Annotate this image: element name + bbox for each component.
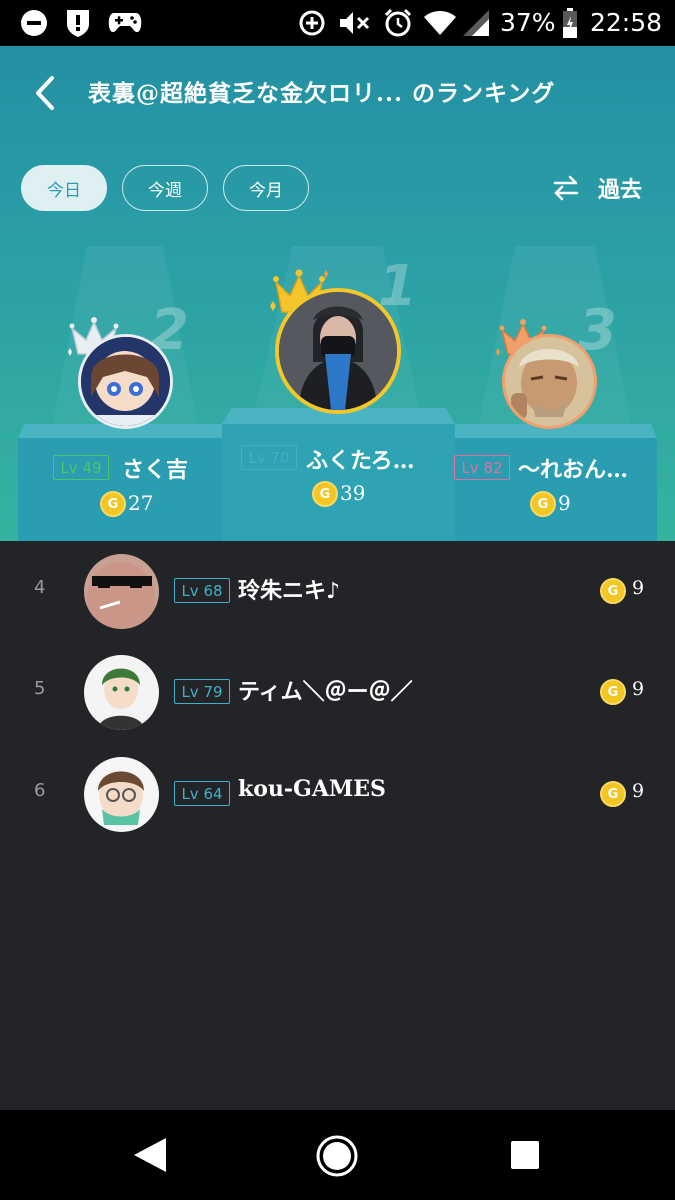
clock: 22:58	[590, 8, 663, 37]
signal-icon	[462, 8, 490, 38]
avatar-rank-1[interactable]	[275, 288, 401, 414]
coin-icon: G	[530, 491, 556, 517]
ranking-row[interactable]: 6 Lv 64 kou-GAMES G 9	[0, 744, 675, 844]
battery-percent: 37%	[500, 8, 556, 37]
alarm-icon	[383, 8, 413, 38]
page-title: 表裏@超絶貧乏な金欠ロリ... のランキング	[88, 80, 556, 107]
player-name: さく吉	[122, 457, 189, 483]
player-name: kou-GAMES	[238, 776, 386, 802]
past-button[interactable]: 過去	[552, 170, 642, 206]
player-points: 39	[340, 481, 366, 505]
back-button[interactable]	[24, 68, 68, 118]
coin-icon: G	[600, 578, 626, 604]
nav-back-icon[interactable]	[132, 1136, 168, 1174]
mute-icon	[338, 8, 372, 38]
coin-icon: G	[600, 781, 626, 807]
ranking-header: 表裏@超絶貧乏な金欠ロリ... のランキング 今日 今週 今月 過去 2 1 3	[0, 46, 675, 541]
player-points: 9	[632, 780, 645, 802]
status-bar: 37% 22:58	[0, 0, 675, 46]
wifi-icon	[424, 8, 456, 38]
avatar-rank-3[interactable]	[502, 334, 597, 429]
coin-icon: G	[600, 679, 626, 705]
podium-step-1	[222, 424, 455, 541]
navigation-bar	[0, 1110, 675, 1200]
coin-icon: G	[100, 491, 126, 517]
level-badge: Lv 70	[241, 445, 297, 470]
rank-number: 5	[34, 678, 46, 699]
avatar[interactable]	[84, 757, 159, 832]
player-name: ティム＼＠ー＠／	[238, 679, 413, 705]
level-badge: Lv 79	[174, 679, 230, 704]
dnd-icon	[20, 8, 48, 38]
data-saver-icon	[298, 8, 326, 38]
nav-home-icon[interactable]	[316, 1135, 358, 1177]
player-name: 〜れおん…	[518, 457, 629, 483]
level-badge: Lv 49	[53, 455, 109, 480]
ranking-row[interactable]: 5 Lv 79 ティム＼＠ー＠／ G 9	[0, 642, 675, 742]
back-icon	[36, 76, 54, 110]
level-badge: Lv 82	[454, 455, 510, 480]
past-label: 過去	[598, 177, 643, 203]
rank-number: 4	[34, 577, 46, 598]
player-points: 9	[558, 491, 571, 515]
avatar[interactable]	[84, 655, 159, 730]
rank-number: 6	[34, 780, 46, 801]
ranking-screen: 37% 22:58 表裏@超絶貧乏な金欠ロリ... のランキング 今日 今週 今…	[0, 0, 675, 1200]
alert-shield-icon	[63, 8, 93, 38]
level-badge: Lv 64	[174, 781, 230, 806]
player-points: 9	[632, 577, 645, 599]
gamepad-icon	[108, 8, 142, 38]
tab-today[interactable]: 今日	[21, 165, 107, 211]
avatar-rank-2[interactable]	[78, 334, 173, 429]
battery-icon	[561, 8, 579, 38]
avatar[interactable]	[84, 554, 159, 629]
swap-icon	[553, 175, 579, 201]
player-points: 9	[632, 678, 645, 700]
ranking-row[interactable]: 4 Lv 68 玲朱ニキ♪ G 9	[0, 541, 675, 641]
coin-icon: G	[312, 481, 338, 507]
nav-recents-icon[interactable]	[509, 1139, 541, 1171]
player-name: 玲朱ニキ♪	[238, 578, 341, 604]
player-name: ふくたろ…	[306, 448, 415, 474]
player-points: 27	[128, 491, 154, 515]
level-badge: Lv 68	[174, 578, 230, 603]
podium-step-2	[18, 438, 222, 541]
tab-month[interactable]: 今月	[223, 165, 309, 211]
tab-week[interactable]: 今週	[122, 165, 208, 211]
